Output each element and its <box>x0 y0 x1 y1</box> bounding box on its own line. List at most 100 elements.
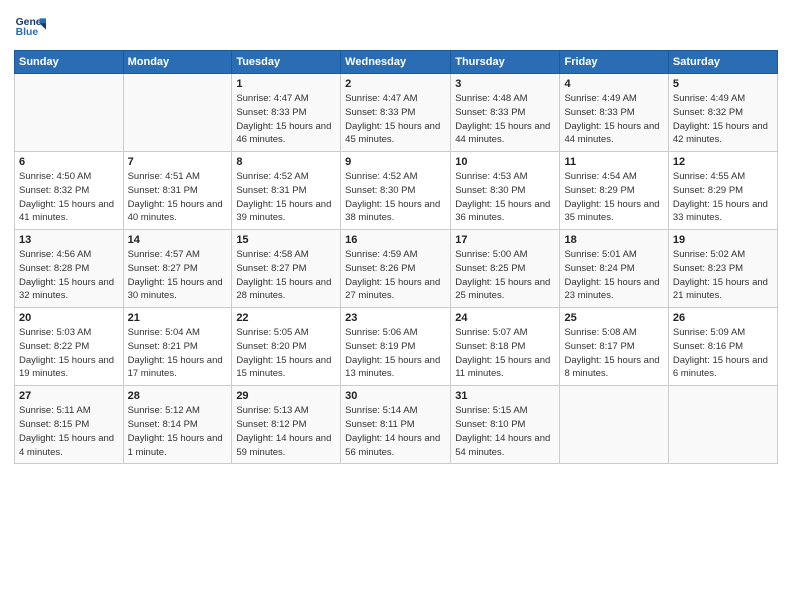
calendar-cell: 9Sunrise: 4:52 AM Sunset: 8:30 PM Daylig… <box>341 152 451 230</box>
calendar-cell: 3 Sunrise: 4:48 AM Sunset: 8:33 PM Daylig… <box>451 74 560 152</box>
cell-date: 13 <box>19 234 119 246</box>
calendar-cell <box>668 386 777 464</box>
cell-info: Sunrise: 4:52 AM Sunset: 8:30 PM Dayligh… <box>345 170 446 225</box>
week-row-4: 20Sunrise: 5:03 AM Sunset: 8:22 PM Dayli… <box>15 308 778 386</box>
cell-date: 12 <box>673 156 773 168</box>
cell-date: 19 <box>673 234 773 246</box>
cell-date: 17 <box>455 234 555 246</box>
cell-date: 22 <box>236 312 336 324</box>
cell-info: Sunrise: 4:58 AM Sunset: 8:27 PM Dayligh… <box>236 248 336 303</box>
calendar-cell: 7 Sunrise: 4:51 AM Sunset: 8:31 PM Daylig… <box>123 152 232 230</box>
calendar-cell: 2 Sunrise: 4:47 AM Sunset: 8:33 PM Daylig… <box>341 74 451 152</box>
cell-info: Sunrise: 5:05 AM Sunset: 8:20 PM Dayligh… <box>236 326 336 381</box>
cell-info: Sunrise: 4:47 AM Sunset: 8:33 PM Dayligh… <box>236 92 336 147</box>
svg-text:Blue: Blue <box>16 27 39 38</box>
calendar-cell: 13 Sunrise: 4:56 AM Sunset: 8:28 PM Dayli… <box>15 230 124 308</box>
cell-info: Sunrise: 5:11 AM Sunset: 8:15 PM Dayligh… <box>19 404 119 459</box>
cell-date: 8 <box>236 156 336 168</box>
calendar-cell: 17 Sunrise: 5:00 AM Sunset: 8:25 PM Dayli… <box>451 230 560 308</box>
calendar-table: SundayMondayTuesdayWednesdayThursdayFrid… <box>14 50 778 464</box>
calendar-cell: 31 Sunrise: 5:15 AM Sunset: 8:10 PM Dayli… <box>451 386 560 464</box>
cell-info: Sunrise: 5:15 AM Sunset: 8:10 PM Dayligh… <box>455 404 555 459</box>
calendar-cell: 5 Sunrise: 4:49 AM Sunset: 8:32 PM Daylig… <box>668 74 777 152</box>
calendar-cell: 4 Sunrise: 4:49 AM Sunset: 8:33 PM Daylig… <box>560 74 668 152</box>
cell-date: 18 <box>564 234 663 246</box>
calendar-cell: 26 Sunrise: 5:09 AM Sunset: 8:16 PM Dayli… <box>668 308 777 386</box>
calendar-cell: 10 Sunrise: 4:53 AM Sunset: 8:30 PM Dayli… <box>451 152 560 230</box>
calendar-cell: 28 Sunrise: 5:12 AM Sunset: 8:14 PM Dayli… <box>123 386 232 464</box>
cell-date: 26 <box>673 312 773 324</box>
cell-info: Sunrise: 4:48 AM Sunset: 8:33 PM Dayligh… <box>455 92 555 147</box>
cell-date: 30 <box>345 390 446 402</box>
logo: General Blue <box>14 12 46 44</box>
week-row-3: 13 Sunrise: 4:56 AM Sunset: 8:28 PM Dayli… <box>15 230 778 308</box>
cell-date: 4 <box>564 78 663 90</box>
calendar-cell: 1Sunrise: 4:47 AM Sunset: 8:33 PM Daylig… <box>232 74 341 152</box>
cell-info: Sunrise: 4:53 AM Sunset: 8:30 PM Dayligh… <box>455 170 555 225</box>
cell-date: 2 <box>345 78 446 90</box>
day-header-friday: Friday <box>560 51 668 74</box>
cell-info: Sunrise: 4:49 AM Sunset: 8:32 PM Dayligh… <box>673 92 773 147</box>
cell-date: 28 <box>128 390 228 402</box>
cell-date: 11 <box>564 156 663 168</box>
header: General Blue <box>14 12 778 44</box>
calendar-cell: 24Sunrise: 5:07 AM Sunset: 8:18 PM Dayli… <box>451 308 560 386</box>
calendar-cell: 12Sunrise: 4:55 AM Sunset: 8:29 PM Dayli… <box>668 152 777 230</box>
calendar-cell: 20Sunrise: 5:03 AM Sunset: 8:22 PM Dayli… <box>15 308 124 386</box>
cell-date: 3 <box>455 78 555 90</box>
cell-info: Sunrise: 4:49 AM Sunset: 8:33 PM Dayligh… <box>564 92 663 147</box>
day-header-wednesday: Wednesday <box>341 51 451 74</box>
calendar-page: General Blue SundayMondayTuesdayWednesda… <box>0 0 792 612</box>
cell-info: Sunrise: 5:04 AM Sunset: 8:21 PM Dayligh… <box>128 326 228 381</box>
calendar-cell: 27 Sunrise: 5:11 AM Sunset: 8:15 PM Dayli… <box>15 386 124 464</box>
cell-info: Sunrise: 5:02 AM Sunset: 8:23 PM Dayligh… <box>673 248 773 303</box>
cell-info: Sunrise: 4:52 AM Sunset: 8:31 PM Dayligh… <box>236 170 336 225</box>
cell-info: Sunrise: 4:59 AM Sunset: 8:26 PM Dayligh… <box>345 248 446 303</box>
cell-info: Sunrise: 5:07 AM Sunset: 8:18 PM Dayligh… <box>455 326 555 381</box>
calendar-cell: 25 Sunrise: 5:08 AM Sunset: 8:17 PM Dayli… <box>560 308 668 386</box>
cell-info: Sunrise: 5:09 AM Sunset: 8:16 PM Dayligh… <box>673 326 773 381</box>
cell-date: 27 <box>19 390 119 402</box>
cell-date: 15 <box>236 234 336 246</box>
cell-date: 14 <box>128 234 228 246</box>
cell-info: Sunrise: 4:56 AM Sunset: 8:28 PM Dayligh… <box>19 248 119 303</box>
calendar-cell: 15 Sunrise: 4:58 AM Sunset: 8:27 PM Dayli… <box>232 230 341 308</box>
week-row-1: 1Sunrise: 4:47 AM Sunset: 8:33 PM Daylig… <box>15 74 778 152</box>
calendar-cell <box>123 74 232 152</box>
day-header-saturday: Saturday <box>668 51 777 74</box>
calendar-cell: 21Sunrise: 5:04 AM Sunset: 8:21 PM Dayli… <box>123 308 232 386</box>
cell-date: 5 <box>673 78 773 90</box>
calendar-cell: 19 Sunrise: 5:02 AM Sunset: 8:23 PM Dayli… <box>668 230 777 308</box>
cell-date: 7 <box>128 156 228 168</box>
cell-date: 16 <box>345 234 446 246</box>
calendar-cell: 14Sunrise: 4:57 AM Sunset: 8:27 PM Dayli… <box>123 230 232 308</box>
cell-date: 6 <box>19 156 119 168</box>
cell-date: 29 <box>236 390 336 402</box>
calendar-cell: 22 Sunrise: 5:05 AM Sunset: 8:20 PM Dayli… <box>232 308 341 386</box>
cell-info: Sunrise: 5:13 AM Sunset: 8:12 PM Dayligh… <box>236 404 336 459</box>
cell-date: 20 <box>19 312 119 324</box>
cell-info: Sunrise: 5:00 AM Sunset: 8:25 PM Dayligh… <box>455 248 555 303</box>
day-header-tuesday: Tuesday <box>232 51 341 74</box>
day-header-monday: Monday <box>123 51 232 74</box>
calendar-cell <box>15 74 124 152</box>
week-row-5: 27 Sunrise: 5:11 AM Sunset: 8:15 PM Dayli… <box>15 386 778 464</box>
cell-info: Sunrise: 4:51 AM Sunset: 8:31 PM Dayligh… <box>128 170 228 225</box>
cell-date: 25 <box>564 312 663 324</box>
day-header-thursday: Thursday <box>451 51 560 74</box>
logo-icon: General Blue <box>14 12 46 44</box>
calendar-cell: 29 Sunrise: 5:13 AM Sunset: 8:12 PM Dayli… <box>232 386 341 464</box>
cell-date: 31 <box>455 390 555 402</box>
week-row-2: 6 Sunrise: 4:50 AM Sunset: 8:32 PM Daylig… <box>15 152 778 230</box>
cell-info: Sunrise: 4:54 AM Sunset: 8:29 PM Dayligh… <box>564 170 663 225</box>
calendar-cell <box>560 386 668 464</box>
cell-date: 10 <box>455 156 555 168</box>
cell-info: Sunrise: 5:08 AM Sunset: 8:17 PM Dayligh… <box>564 326 663 381</box>
day-header-sunday: Sunday <box>15 51 124 74</box>
cell-info: Sunrise: 4:50 AM Sunset: 8:32 PM Dayligh… <box>19 170 119 225</box>
calendar-cell: 30 Sunrise: 5:14 AM Sunset: 8:11 PM Dayli… <box>341 386 451 464</box>
cell-info: Sunrise: 5:14 AM Sunset: 8:11 PM Dayligh… <box>345 404 446 459</box>
cell-info: Sunrise: 5:12 AM Sunset: 8:14 PM Dayligh… <box>128 404 228 459</box>
cell-info: Sunrise: 4:47 AM Sunset: 8:33 PM Dayligh… <box>345 92 446 147</box>
cell-date: 23 <box>345 312 446 324</box>
